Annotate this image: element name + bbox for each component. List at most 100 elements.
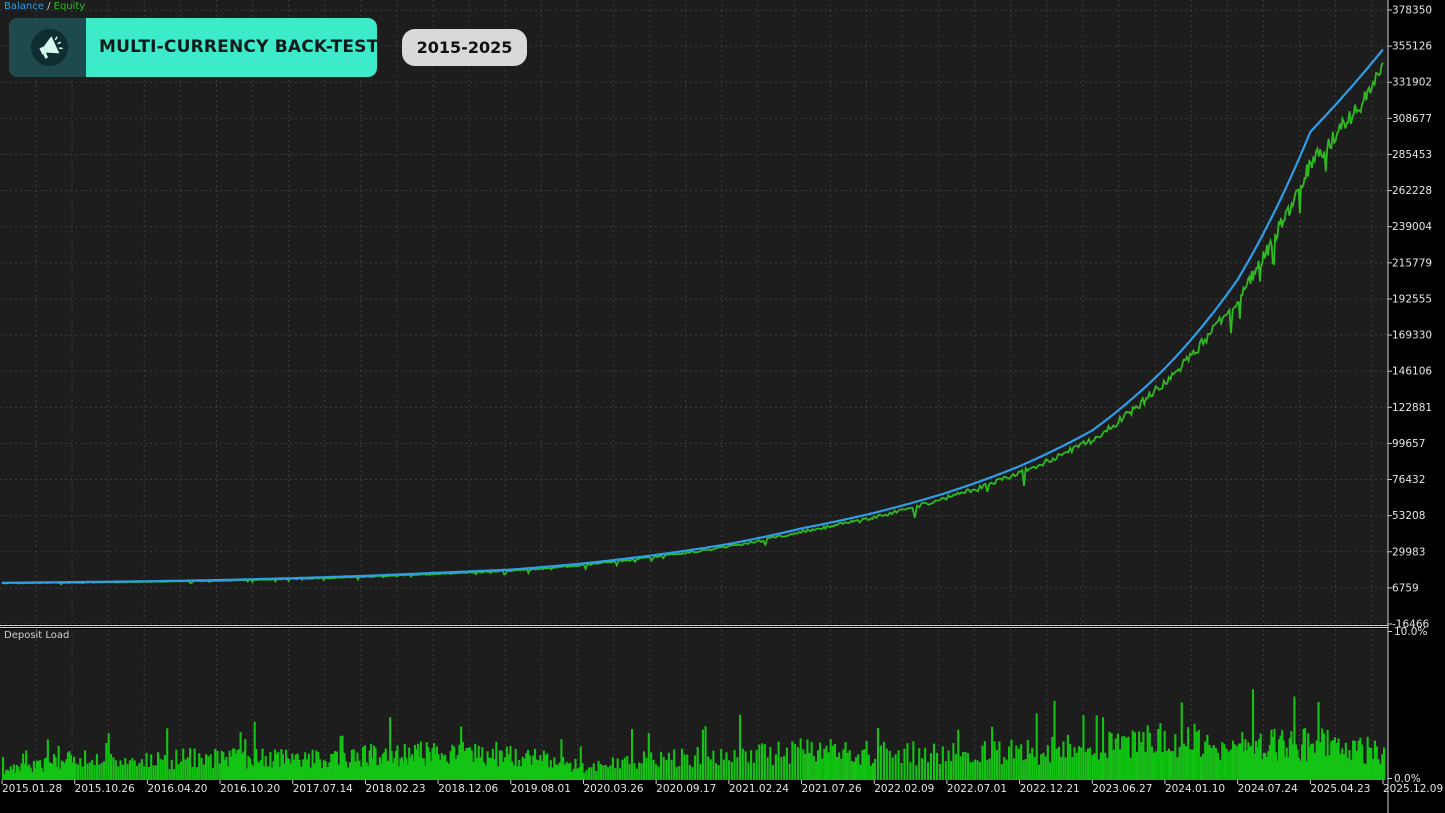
- deposit-load-bar: [1342, 754, 1346, 780]
- equity-line: [1, 62, 1384, 586]
- deposit-load-bar: [1178, 746, 1181, 780]
- deposit-load-bar: [131, 757, 134, 780]
- deposit-load-bar: [341, 735, 344, 780]
- deposit-load-bar: [1234, 744, 1237, 780]
- deposit-load-bar: [1206, 734, 1209, 780]
- deposit-load-bar: [1165, 750, 1168, 780]
- badge-icon-box: [9, 18, 86, 77]
- deposit-load-bar: [1057, 746, 1061, 780]
- deposit-load-bar: [1080, 747, 1083, 780]
- deposit-load-bar: [635, 768, 638, 780]
- deposit-load-bar: [360, 766, 363, 780]
- deposit-load-bar: [707, 756, 710, 780]
- deposit-load-bar: [1174, 734, 1177, 780]
- deposit-load-bar: [358, 760, 361, 780]
- deposit-load-bar: [1116, 733, 1119, 780]
- deposit-load-bar: [332, 753, 335, 780]
- deposit-load-bar: [1131, 730, 1134, 780]
- deposit-load-bar: [986, 760, 989, 780]
- deposit-load-bar: [694, 755, 697, 780]
- deposit-load-bar: [121, 764, 124, 780]
- deposit-load-bar: [814, 761, 817, 780]
- deposit-load-bar: [1125, 737, 1128, 780]
- deposit-load-bar: [1069, 743, 1072, 780]
- deposit-load-bar: [1097, 759, 1100, 780]
- deposit-load-bar: [1236, 746, 1239, 780]
- deposit-load-bar: [93, 765, 96, 780]
- deposit-load-bar: [935, 752, 938, 780]
- deposit-load-bar: [1373, 740, 1377, 780]
- deposit-load-bar: [1219, 760, 1222, 780]
- deposit-load-bar: [1187, 727, 1190, 780]
- deposit-load-bar: [642, 751, 646, 780]
- deposit-load-bar: [891, 757, 894, 780]
- deposit-load-bar: [335, 751, 338, 780]
- deposit-load-bar: [741, 748, 744, 780]
- deposit-load-bar: [1221, 742, 1224, 780]
- deposit-load-bar: [1337, 738, 1340, 780]
- deposit-load-bar: [1010, 739, 1013, 780]
- y-tick-label: 146106: [1392, 366, 1432, 378]
- deposit-load-bar: [305, 759, 309, 780]
- deposit-load-bar: [307, 753, 310, 780]
- deposit-load-bar: [1095, 715, 1098, 780]
- deposit-load-bar: [796, 747, 799, 780]
- deposit-load-bar: [202, 764, 205, 780]
- deposit-load-bar: [769, 747, 772, 780]
- deposit-load-bar: [1348, 750, 1351, 780]
- deposit-load-bar: [296, 753, 299, 780]
- deposit-load-bar: [166, 728, 169, 780]
- deposit-load-bar: [1093, 753, 1096, 780]
- deposit-load-bar: [320, 768, 324, 780]
- deposit-load-bar: [1381, 754, 1384, 780]
- deposit-load-bar: [1357, 740, 1360, 780]
- deposit-load-bar: [302, 759, 305, 780]
- deposit-load-bar: [309, 767, 312, 780]
- deposit-load-bar: [1333, 737, 1336, 780]
- y-tick-label: 99657: [1392, 438, 1425, 450]
- deposit-load-bar: [1191, 749, 1194, 780]
- deposit-load-bar: [846, 752, 849, 780]
- deposit-load-bar: [938, 764, 941, 780]
- deposit-load-bar: [1071, 757, 1074, 780]
- deposit-load-bar: [609, 765, 612, 780]
- deposit-load-bar: [1075, 752, 1078, 780]
- deposit-load-bar: [640, 763, 643, 780]
- deposit-load-bar: [1217, 752, 1220, 780]
- deposit-load-bar: [829, 739, 832, 780]
- deposit-load-bar: [1022, 760, 1025, 780]
- deposit-load-bar: [918, 748, 921, 780]
- deposit-load-bar: [76, 764, 80, 780]
- deposit-load-bar: [888, 750, 891, 780]
- deposit-load-bar: [819, 742, 822, 780]
- deposit-load-bar: [1108, 731, 1111, 780]
- deposit-load-bar: [1359, 737, 1362, 780]
- deposit-load-bar: [835, 757, 839, 780]
- deposit-load-bar: [1312, 743, 1315, 780]
- deposit-load-bar: [311, 749, 314, 780]
- deposit-load-bar: [874, 758, 877, 780]
- y-tick-label: 285453: [1392, 149, 1432, 161]
- deposit-load-bar: [1012, 758, 1015, 780]
- deposit-load-bar: [733, 750, 736, 780]
- deposit-load-bar: [1204, 741, 1207, 780]
- x-tick-label: 2020.03.26: [583, 783, 643, 795]
- deposit-load-bar: [1189, 749, 1192, 780]
- deposit-load-bar: [150, 754, 153, 780]
- y-tick-label: 331902: [1392, 77, 1432, 89]
- deposit-load-bar: [978, 762, 982, 780]
- deposit-load-bar: [840, 758, 843, 780]
- deposit-load-bar: [1037, 764, 1040, 780]
- deposit-load-bar: [859, 764, 862, 780]
- deposit-load-bar: [714, 763, 718, 780]
- sub-y-tick-label: 0.0%: [1394, 773, 1421, 785]
- deposit-load-bar: [1146, 725, 1149, 780]
- deposit-load-bar: [871, 763, 875, 780]
- deposit-load-bar: [592, 763, 595, 780]
- deposit-load-bar: [1383, 747, 1386, 780]
- deposit-load-bar: [1332, 740, 1335, 780]
- x-tick-label: 2024.01.10: [1165, 783, 1225, 795]
- x-tick-label: 2023.06.27: [1092, 783, 1152, 795]
- deposit-load-bar: [991, 726, 994, 780]
- deposit-load-bar: [114, 760, 117, 780]
